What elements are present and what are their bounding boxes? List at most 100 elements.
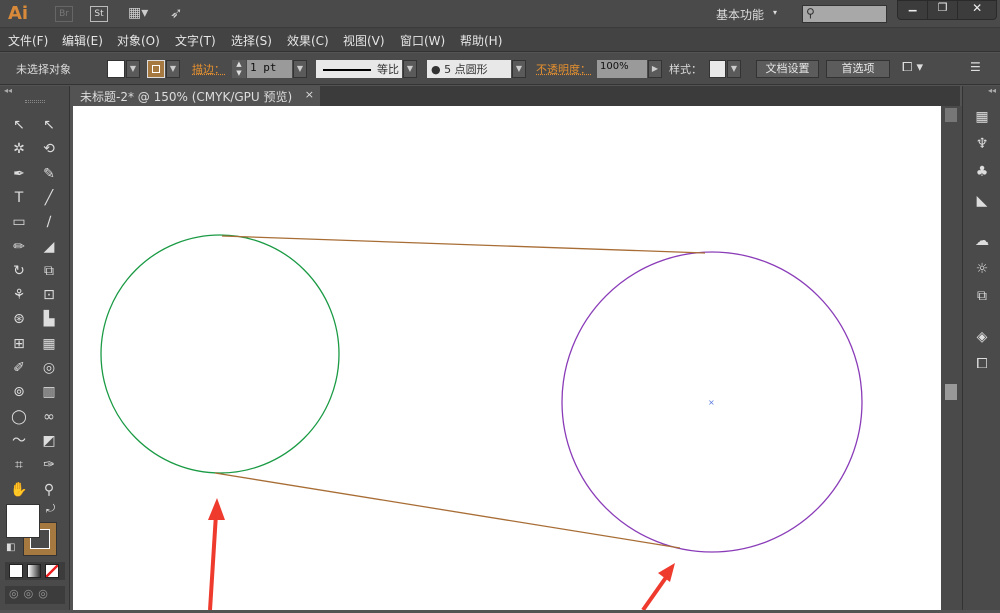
eyedropper-tool-icon[interactable]: ✐ [8, 357, 30, 379]
perspective-grid-tool-icon[interactable]: ▙ [38, 308, 60, 330]
style-dropdown[interactable]: ▼ [727, 60, 741, 78]
paintbrush-tool-icon[interactable]: ∕ [38, 211, 60, 233]
collapse-panel-icon[interactable]: ◂◂ [4, 86, 12, 95]
close-button[interactable]: ✕ [957, 1, 996, 19]
stroke-label[interactable]: 描边： [192, 61, 225, 77]
brush-definition[interactable]: ● 5 点圆形 [427, 60, 511, 78]
eraser-tool-icon[interactable]: ◢ [38, 236, 60, 258]
stroke-dropdown[interactable]: ▼ [166, 60, 180, 78]
stock-button[interactable]: St [90, 6, 108, 22]
document-tab[interactable]: 未标题-2* @ 150% (CMYK/GPU 预览) × [72, 86, 320, 106]
bridge-button[interactable]: Br [55, 6, 73, 22]
scroll-up-button[interactable] [945, 108, 957, 122]
artboard-canvas[interactable]: × [73, 106, 941, 612]
brushes-panel-icon[interactable]: ♆ [971, 133, 993, 155]
fill-dropdown[interactable]: ▼ [126, 60, 140, 78]
profile-dropdown[interactable]: ▼ [403, 60, 417, 78]
width-tool-icon[interactable]: ⚘ [8, 284, 30, 306]
panel-grip[interactable] [25, 100, 45, 103]
menu-type[interactable]: 文字(T) [175, 32, 216, 49]
magic-wand-tool-icon[interactable]: ✲ [8, 138, 30, 160]
top-tangent-line[interactable] [221, 235, 706, 254]
scroll-thumb[interactable] [945, 384, 957, 400]
pencil-tool-icon[interactable]: ✏ [8, 236, 30, 258]
graphic-style-swatch[interactable] [709, 60, 726, 78]
stroke-swatch[interactable] [147, 60, 165, 78]
shape-builder-tool-icon[interactable]: ⊛ [8, 308, 30, 330]
slice-path-tool-icon[interactable]: 〜 [8, 430, 30, 452]
vertical-scrollbar[interactable] [941, 106, 962, 610]
direct-selection-tool-icon[interactable]: ↖ [38, 114, 60, 136]
green-circle[interactable] [100, 234, 340, 474]
stroke-weight-input[interactable]: 1 pt [247, 60, 292, 78]
none-button[interactable] [45, 564, 59, 578]
fill-swatch[interactable] [107, 60, 125, 78]
workspace-switcher[interactable]: 基本功能 [716, 6, 764, 23]
lasso-tool-icon[interactable]: ⟲ [38, 138, 60, 160]
zoom-tool-icon[interactable]: ⚲ [38, 479, 60, 501]
opacity-input[interactable]: 100% [597, 60, 647, 78]
menu-view[interactable]: 视图(V) [343, 32, 385, 49]
menu-object[interactable]: 对象(O) [117, 32, 160, 49]
pen-tool-icon[interactable]: ✒ [8, 163, 30, 185]
bottom-tangent-line[interactable] [214, 472, 681, 549]
menu-effect[interactable]: 效果(C) [287, 32, 329, 49]
creative-cloud-panel-icon[interactable]: ☁ [971, 230, 993, 252]
scale-tool-icon[interactable]: ⧉ [38, 260, 60, 282]
default-colors-icon[interactable]: ◧ [6, 542, 15, 553]
restore-button[interactable]: ❐ [927, 1, 957, 19]
ellipse-tool-icon[interactable]: ◯ [8, 406, 30, 428]
artboards-panel-icon[interactable]: ⧠ [971, 353, 993, 375]
selection-tool-icon[interactable]: ↖ [8, 114, 30, 136]
stroke-weight-stepper[interactable]: ▲ ▼ [232, 60, 246, 78]
opacity-slider-toggle[interactable]: ▶ [648, 60, 662, 78]
search-input[interactable]: ⚲ [802, 5, 887, 23]
preferences-button[interactable]: 首选项 [826, 60, 890, 78]
mesh-tool-icon[interactable]: ⊞ [8, 333, 30, 355]
gradient-tool-icon[interactable]: ▦ [38, 333, 60, 355]
expand-panels-icon[interactable]: ◂◂ [988, 86, 996, 95]
document-setup-button[interactable]: 文档设置 [756, 60, 819, 78]
hand-tool-icon[interactable]: ✋ [8, 479, 30, 501]
menu-edit[interactable]: 编辑(E) [62, 32, 103, 49]
fill-color-front[interactable] [6, 504, 40, 538]
gpu-rocket-icon[interactable]: ➶ [170, 4, 183, 22]
variable-width-profile[interactable]: 等比 [316, 60, 402, 78]
minimize-button[interactable]: ▁ [898, 1, 927, 19]
menu-window[interactable]: 窗口(W) [400, 32, 445, 49]
arrange-documents-icon[interactable]: ▦▾ [128, 5, 148, 21]
panel-menu-icon[interactable]: ☰ [970, 60, 981, 74]
artboard-tool-icon[interactable]: ⌗ [8, 454, 30, 476]
opacity-label[interactable]: 不透明度： [536, 61, 591, 77]
menu-help[interactable]: 帮助(H) [460, 32, 502, 49]
live-paint-tool-icon[interactable]: ◩ [38, 430, 60, 452]
appearance-panel-icon[interactable]: ☼ [971, 258, 993, 280]
blob-link-tool-icon[interactable]: ∞ [38, 406, 60, 428]
stroke-weight-dropdown[interactable]: ▼ [293, 60, 307, 78]
graphic-styles-panel-icon[interactable]: ◣ [971, 190, 993, 212]
menu-select[interactable]: 选择(S) [231, 32, 272, 49]
brush-dropdown[interactable]: ▼ [512, 60, 526, 78]
layers-panel-icon[interactable]: ◈ [971, 326, 993, 348]
workspace-dropdown-icon[interactable]: ▾ [773, 8, 777, 17]
close-tab-button[interactable]: × [305, 88, 314, 101]
rotate-tool-icon[interactable]: ↻ [8, 260, 30, 282]
symbols-panel-icon[interactable]: ♣ [971, 161, 993, 183]
drawing-modes[interactable]: ◎◎◎ [5, 586, 65, 604]
blend-tool-icon[interactable]: ◎ [38, 357, 60, 379]
line-segment-tool-icon[interactable]: ╱ [38, 187, 60, 209]
menu-file[interactable]: 文件(F) [8, 32, 48, 49]
knife-tool-icon[interactable]: ✑ [38, 454, 60, 476]
type-tool-icon[interactable]: T [8, 187, 30, 209]
swap-colors-icon[interactable]: ⤾ [46, 502, 55, 516]
symbol-sprayer-tool-icon[interactable]: ⊚ [8, 381, 30, 403]
column-graph-tool-icon[interactable]: ▥ [38, 381, 60, 403]
transform-panel-icon[interactable]: ⧉ [971, 285, 993, 307]
curvature-tool-icon[interactable]: ✎ [38, 163, 60, 185]
rectangle-tool-icon[interactable]: ▭ [8, 211, 30, 233]
color-button[interactable] [9, 564, 23, 578]
free-transform-tool-icon[interactable]: ⊡ [38, 284, 60, 306]
libraries-panel-icon[interactable]: ▦ [971, 106, 993, 128]
align-options-icon[interactable]: ⧠ ▾ [902, 60, 923, 75]
gradient-button[interactable] [27, 564, 41, 578]
